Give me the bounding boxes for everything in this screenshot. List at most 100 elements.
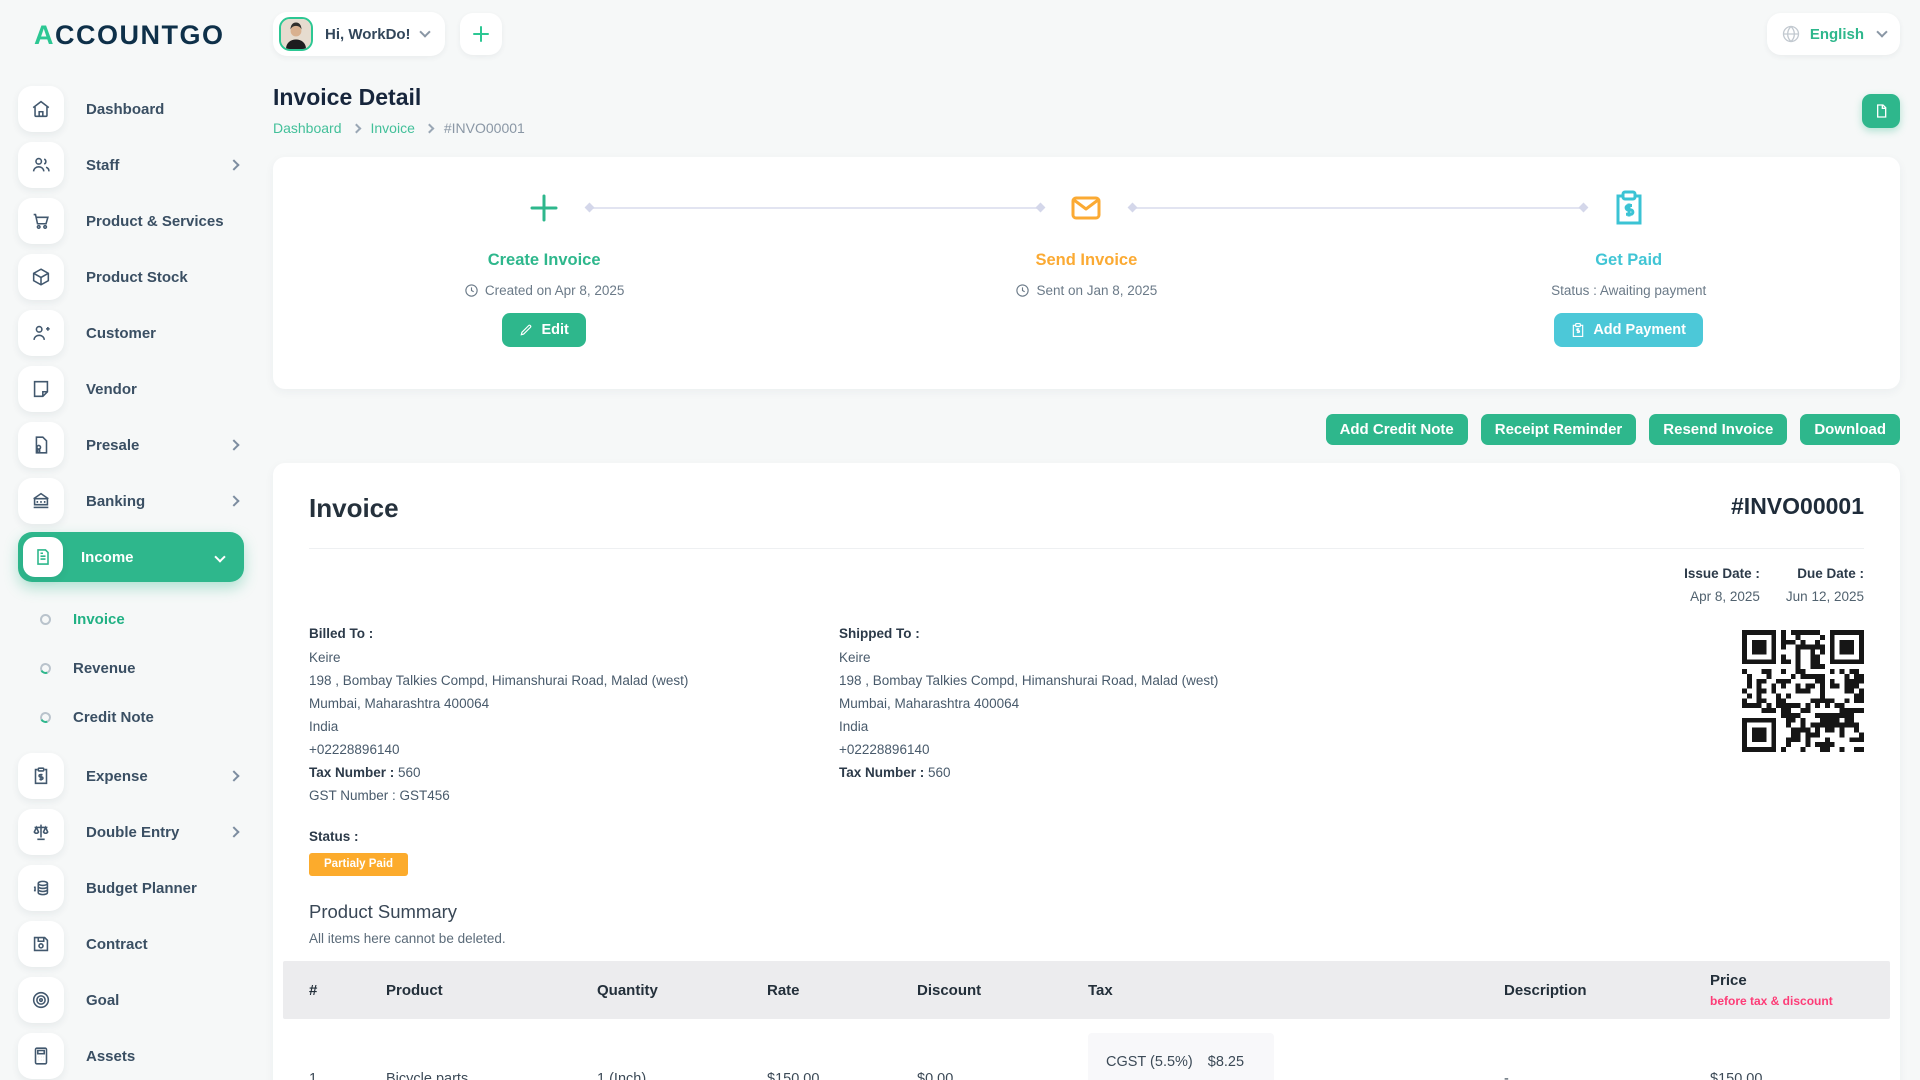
main-content: Hi, WorkDo! English Invoice Detail Dashb… bbox=[258, 0, 1920, 1080]
bullet-icon bbox=[38, 710, 52, 724]
scales-icon bbox=[18, 809, 64, 855]
issue-date-label: Issue Date : bbox=[1684, 566, 1760, 581]
price-note: before tax & discount bbox=[1710, 994, 1864, 1008]
sidebar-item-label: Dashboard bbox=[86, 101, 244, 118]
cell-product: Bicycle parts bbox=[386, 1019, 597, 1080]
sidebar-item-label: Double Entry bbox=[86, 824, 230, 841]
breadcrumb-current: #INVO00001 bbox=[444, 120, 525, 136]
cell-discount: $0.00 bbox=[917, 1019, 1088, 1080]
submenu-item-invoice[interactable]: Invoice bbox=[18, 595, 258, 644]
submenu-item-credit-note[interactable]: Credit Note bbox=[18, 693, 258, 742]
sidebar-item-double-entry[interactable]: Double Entry bbox=[18, 804, 258, 860]
breadcrumb-invoice[interactable]: Invoice bbox=[371, 120, 415, 136]
cell-tax: CGST (5.5%) $8.25 bbox=[1088, 1019, 1504, 1080]
chevron-right-icon bbox=[228, 159, 239, 170]
billed-name: Keire bbox=[309, 646, 839, 669]
sidebar-item-staff[interactable]: Staff bbox=[18, 137, 258, 193]
sidebar-item-label: Staff bbox=[86, 157, 230, 174]
sidebar-item-label: Customer bbox=[86, 325, 244, 342]
chevron-down-icon bbox=[1876, 26, 1887, 37]
product-summary-title: Product Summary bbox=[309, 901, 1864, 923]
add-payment-button[interactable]: Add Payment bbox=[1554, 313, 1703, 347]
sidebar-item-expense[interactable]: Expense bbox=[18, 748, 258, 804]
greeting-label: Hi, WorkDo! bbox=[325, 26, 411, 43]
cell-rate: $150.00 bbox=[767, 1019, 917, 1080]
add-credit-note-button[interactable]: Add Credit Note bbox=[1326, 414, 1468, 445]
export-invoice-button[interactable] bbox=[1862, 94, 1900, 128]
plus-icon bbox=[526, 186, 562, 230]
billed-street: 198 , Bombay Talkies Compd, Himanshurai … bbox=[309, 669, 839, 692]
step-create-invoice: Create Invoice Created on Apr 8, 2025 Ed… bbox=[273, 186, 815, 347]
col-quantity: Quantity bbox=[597, 982, 767, 999]
receipt-reminder-button[interactable]: Receipt Reminder bbox=[1481, 414, 1637, 445]
shipped-street: 198 , Bombay Talkies Compd, Himanshurai … bbox=[839, 669, 1742, 692]
sidebar-item-budget-planner[interactable]: Budget Planner bbox=[18, 860, 258, 916]
add-workspace-button[interactable] bbox=[460, 13, 502, 55]
step-title: Send Invoice bbox=[1036, 251, 1138, 270]
user-menu[interactable]: Hi, WorkDo! bbox=[273, 12, 445, 56]
step-connector bbox=[588, 207, 1042, 209]
step-get-paid: Get Paid Status : Awaiting payment Add P… bbox=[1358, 186, 1900, 347]
col-price: Price before tax & discount bbox=[1710, 972, 1864, 1008]
qr-code bbox=[1742, 630, 1864, 807]
clipboard-dollar-icon bbox=[1571, 322, 1585, 338]
sidebar-item-income[interactable]: Income bbox=[18, 532, 244, 582]
submenu-item-label: Invoice bbox=[73, 611, 125, 628]
due-date-value: Jun 12, 2025 bbox=[1786, 589, 1864, 604]
sidebar-item-presale[interactable]: Presale bbox=[18, 417, 258, 473]
shipped-to-label: Shipped To : bbox=[839, 626, 1742, 641]
bank-icon bbox=[18, 478, 64, 524]
bullet-icon bbox=[38, 661, 52, 675]
sidebar-item-goal[interactable]: Goal bbox=[18, 972, 258, 1028]
chevron-right-icon bbox=[351, 123, 361, 133]
sidebar-item-label: Product & Services bbox=[86, 213, 244, 230]
sidebar-item-banking[interactable]: Banking bbox=[18, 473, 258, 529]
logo-text: CCOUNTGO bbox=[55, 20, 225, 50]
sidebar-item-product-services[interactable]: Product & Services bbox=[18, 193, 258, 249]
envelope-icon bbox=[1067, 186, 1105, 230]
submenu-item-label: Credit Note bbox=[73, 709, 154, 726]
download-button[interactable]: Download bbox=[1800, 414, 1900, 445]
invoice-card: Invoice #INVO00001 Issue Date : Apr 8, 2… bbox=[273, 463, 1900, 1080]
logo-accent-letter: A bbox=[34, 20, 55, 50]
table-row: 1 Bicycle parts 1 (Inch) $150.00 $0.00 C… bbox=[283, 1019, 1890, 1080]
sidebar-item-vendor[interactable]: Vendor bbox=[18, 361, 258, 417]
sidebar-item-dashboard[interactable]: Dashboard bbox=[18, 81, 258, 137]
sidebar-item-contract[interactable]: Contract bbox=[18, 916, 258, 972]
sidebar-item-customer[interactable]: Customer bbox=[18, 305, 258, 361]
chevron-right-icon bbox=[228, 439, 239, 450]
pencil-icon bbox=[519, 323, 533, 337]
submenu-item-revenue[interactable]: Revenue bbox=[18, 644, 258, 693]
sidebar-item-assets[interactable]: Assets bbox=[18, 1028, 258, 1080]
home-icon bbox=[18, 86, 64, 132]
shipped-city: Mumbai, Maharashtra 400064 bbox=[839, 692, 1742, 715]
avatar bbox=[279, 17, 313, 51]
edit-button[interactable]: Edit bbox=[502, 313, 585, 347]
billed-to-block: Billed To : Keire 198 , Bombay Talkies C… bbox=[309, 626, 839, 807]
step-send-invoice: Send Invoice Sent on Jan 8, 2025 bbox=[815, 186, 1357, 347]
sidebar-item-label: Income bbox=[81, 549, 216, 566]
cell-num: 1 bbox=[309, 1019, 386, 1080]
topbar: Hi, WorkDo! English bbox=[273, 0, 1900, 56]
users-icon bbox=[18, 142, 64, 188]
chevron-right-icon bbox=[228, 770, 239, 781]
resend-invoice-button[interactable]: Resend Invoice bbox=[1649, 414, 1787, 445]
sidebar-item-label: Contract bbox=[86, 936, 244, 953]
billed-gst-number: GST Number : GST456 bbox=[309, 784, 839, 807]
user-plus-icon bbox=[18, 310, 64, 356]
payment-clipboard-icon bbox=[1612, 186, 1646, 230]
shipped-phone: +02228896140 bbox=[839, 738, 1742, 761]
sidebar-item-label: Presale bbox=[86, 437, 230, 454]
language-selector[interactable]: English bbox=[1767, 13, 1900, 55]
status-section: Status : Partialy Paid bbox=[309, 829, 1864, 876]
file-icon bbox=[1873, 103, 1889, 119]
sidebar-item-product-stock[interactable]: Product Stock bbox=[18, 249, 258, 305]
sidebar-item-label: Expense bbox=[86, 768, 230, 785]
tax-amount: $8.25 bbox=[1208, 1054, 1244, 1080]
tax-name: CGST (5.5%) bbox=[1106, 1054, 1193, 1080]
status-badge: Partialy Paid bbox=[309, 853, 408, 876]
step-meta: Status : Awaiting payment bbox=[1551, 283, 1706, 298]
cell-price: $150.00 bbox=[1710, 1019, 1864, 1080]
breadcrumb-dashboard[interactable]: Dashboard bbox=[273, 120, 342, 136]
billed-phone: +02228896140 bbox=[309, 738, 839, 761]
